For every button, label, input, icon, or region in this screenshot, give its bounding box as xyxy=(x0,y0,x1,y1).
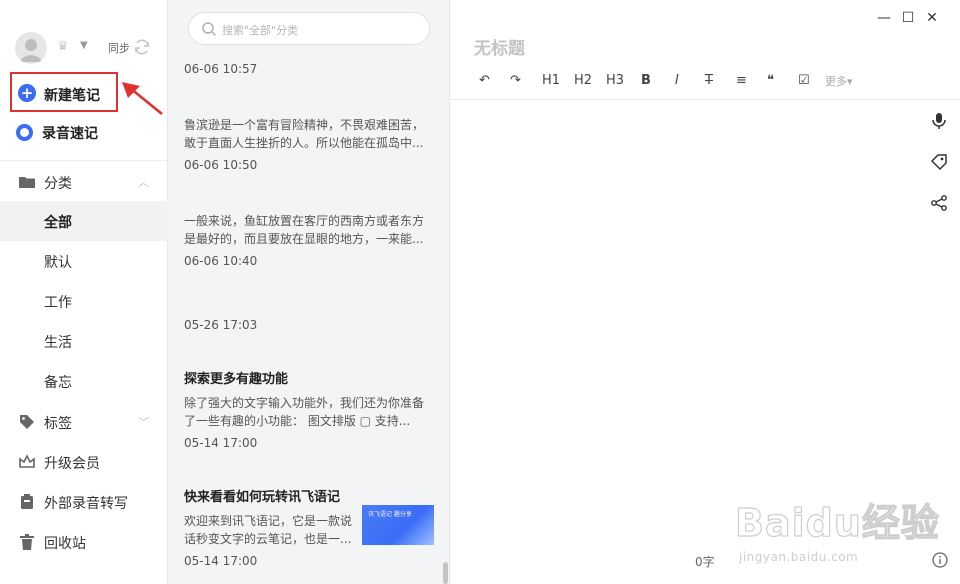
list-item[interactable]: 06-06 10:57 xyxy=(184,62,434,76)
sidebar-item-memo[interactable]: 备忘 xyxy=(0,361,168,401)
heading2-button[interactable]: H2 xyxy=(574,72,592,90)
note-date: 05-26 17:03 xyxy=(184,318,258,332)
note-snippet: 鲁滨逊是一个富有冒险精神，不畏艰难困苦，敢于直面人生挫折的人。所以他能在孤岛中.… xyxy=(184,118,425,150)
bold-button[interactable]: B xyxy=(641,72,651,90)
maximize-icon[interactable]: ☐ xyxy=(900,10,916,26)
note-date: 05-14 17:00 xyxy=(184,436,258,450)
sidebar-divider xyxy=(0,160,168,161)
baidu-watermark: Baidu经验 jingyan.baidu.com xyxy=(734,492,945,582)
note-date: 06-06 10:57 xyxy=(184,62,258,76)
note-snippet: 除了强大的文字输入功能外，我们还为你准备了一些有趣的小功能： 图文排版 ▢ 支持… xyxy=(184,396,425,428)
plus-circle-icon: + xyxy=(18,84,36,102)
sidebar: ♛ ▼ 同步 + 新建笔记 录音速记 分类 ︿ 全部 默认 工作 生活 备忘 标… xyxy=(0,0,168,584)
account-bar: ♛ ▼ 同步 xyxy=(0,30,168,66)
new-note-label: 新建笔记 xyxy=(44,88,100,104)
trash-label: 回收站 xyxy=(44,536,86,552)
list-item[interactable]: 鲁滨逊是一个富有冒险精神，不畏艰难困苦，敢于直面人生挫折的人。所以他能在孤岛中.… xyxy=(184,116,434,172)
sidebar-item-life[interactable]: 生活 xyxy=(0,321,168,361)
user-silhouette-icon xyxy=(20,39,42,62)
categories-label: 分类 xyxy=(44,176,72,192)
chevron-up-icon[interactable]: ︿ xyxy=(138,174,149,190)
watermark-brand: Baidu经验 xyxy=(734,500,940,545)
category-label: 全部 xyxy=(44,215,72,231)
record-circle-icon xyxy=(16,124,33,141)
chevron-down-icon[interactable]: ▼ xyxy=(80,40,88,51)
redo-button[interactable]: ↷ xyxy=(510,72,521,90)
watermark-url: jingyan.baidu.com xyxy=(739,550,859,564)
category-label: 备忘 xyxy=(44,375,72,391)
list-item[interactable]: 一般来说，鱼缸放置在客厅的西南方或者东方是最好的，而且要放在显眼的地方，一来能.… xyxy=(184,212,434,268)
search-input[interactable]: 搜索"全部"分类 xyxy=(188,12,430,45)
note-date: 06-06 10:40 xyxy=(184,254,258,268)
recorder-icon xyxy=(21,494,33,509)
red-arrow-annotation xyxy=(122,82,163,116)
crown-icon xyxy=(19,454,35,468)
scrollbar-thumb[interactable] xyxy=(443,562,448,584)
more-button[interactable]: 更多▾ xyxy=(825,73,853,91)
list-item[interactable]: 探索更多有趣功能 除了强大的文字输入功能外，我们还为你准备了一些有趣的小功能： … xyxy=(184,368,434,450)
checkbox-button[interactable]: ☑ xyxy=(798,72,810,90)
tag-icon[interactable] xyxy=(930,153,948,171)
note-snippet: 一般来说，鱼缸放置在客厅的西南方或者东方是最好的，而且要放在显眼的地方，一来能.… xyxy=(184,214,425,246)
tag-icon xyxy=(20,415,34,429)
sidebar-item-tags[interactable]: 标签 ﹀ xyxy=(0,402,168,442)
note-list: 搜索"全部"分类 06-06 10:57 鲁滨逊是一个富有冒险精神，不畏艰难困苦… xyxy=(168,0,450,584)
sidebar-item-upgrade[interactable]: 升级会员 xyxy=(0,442,168,482)
note-date: 05-14 17:00 xyxy=(184,554,258,568)
format-toolbar: ↶ ↷ H1 H2 H3 B I T ≡ ❝ ☑ 更多▾ xyxy=(450,62,960,100)
note-thumbnail: 讯飞语记 趣分享 xyxy=(362,505,434,545)
category-label: 生活 xyxy=(44,335,72,351)
voice-memo-label: 录音速记 xyxy=(42,126,98,142)
voice-memo-button[interactable]: 录音速记 xyxy=(16,122,156,144)
strikethrough-button[interactable]: T xyxy=(705,72,713,90)
sidebar-item-transcribe[interactable]: 外部录音转写 xyxy=(0,482,168,522)
sidebar-item-trash[interactable]: 回收站 xyxy=(0,522,168,562)
sync-icon[interactable] xyxy=(132,37,152,57)
list-item[interactable]: 快来看看如何玩转讯飞语记 欢迎来到讯飞语记，它是一款说话秒变文字的云笔记，也是一… xyxy=(184,486,434,568)
category-label: 默认 xyxy=(44,255,72,271)
thumbnail-text: 讯飞语记 趣分享 xyxy=(368,511,412,518)
note-title: 探索更多有趣功能 xyxy=(184,372,289,387)
folder-icon xyxy=(19,177,35,188)
note-title-input[interactable]: 无标题 xyxy=(474,34,525,59)
chevron-down-icon[interactable]: ﹀ xyxy=(138,414,149,430)
search-placeholder: 搜索"全部"分类 xyxy=(222,24,299,37)
upgrade-label: 升级会员 xyxy=(44,456,100,472)
note-snippet: 欢迎来到讯飞语记，它是一款说话秒变文字的云笔记，也是一... xyxy=(184,514,353,546)
category-label: 工作 xyxy=(44,295,72,311)
heading3-button[interactable]: H3 xyxy=(606,72,624,90)
transcribe-label: 外部录音转写 xyxy=(44,496,128,512)
note-title: 快来看看如何玩转讯飞语记 xyxy=(184,490,341,505)
quote-button[interactable]: ❝ xyxy=(767,72,774,90)
sync-label[interactable]: 同步 xyxy=(108,40,130,56)
app-window: ♛ ▼ 同步 + 新建笔记 录音速记 分类 ︿ 全部 默认 工作 生活 备忘 标… xyxy=(0,0,960,584)
undo-button[interactable]: ↶ xyxy=(479,72,490,90)
microphone-icon[interactable] xyxy=(930,112,948,130)
crown-icon[interactable]: ♛ xyxy=(57,40,71,54)
note-date: 06-06 10:50 xyxy=(184,158,258,172)
sidebar-item-default[interactable]: 默认 xyxy=(0,241,168,281)
italic-button[interactable]: I xyxy=(675,72,679,90)
tags-label: 标签 xyxy=(44,416,72,432)
trash-icon xyxy=(20,534,34,550)
sidebar-item-work[interactable]: 工作 xyxy=(0,281,168,321)
align-button[interactable]: ≡ xyxy=(736,72,747,90)
word-count: 0字 xyxy=(695,555,715,569)
minimize-icon[interactable]: — xyxy=(876,10,892,26)
search-icon xyxy=(202,22,217,37)
heading1-button[interactable]: H1 xyxy=(542,72,560,90)
close-icon[interactable]: ✕ xyxy=(924,10,940,26)
new-note-button[interactable]: + 新建笔记 xyxy=(10,72,118,112)
avatar[interactable] xyxy=(15,32,47,64)
sidebar-item-categories[interactable]: 分类 ︿ xyxy=(0,162,168,202)
sidebar-item-all[interactable]: 全部 xyxy=(0,201,168,241)
more-label: 更多 xyxy=(825,75,847,88)
share-icon[interactable] xyxy=(930,194,948,212)
list-item[interactable]: 05-26 17:03 xyxy=(184,318,434,332)
